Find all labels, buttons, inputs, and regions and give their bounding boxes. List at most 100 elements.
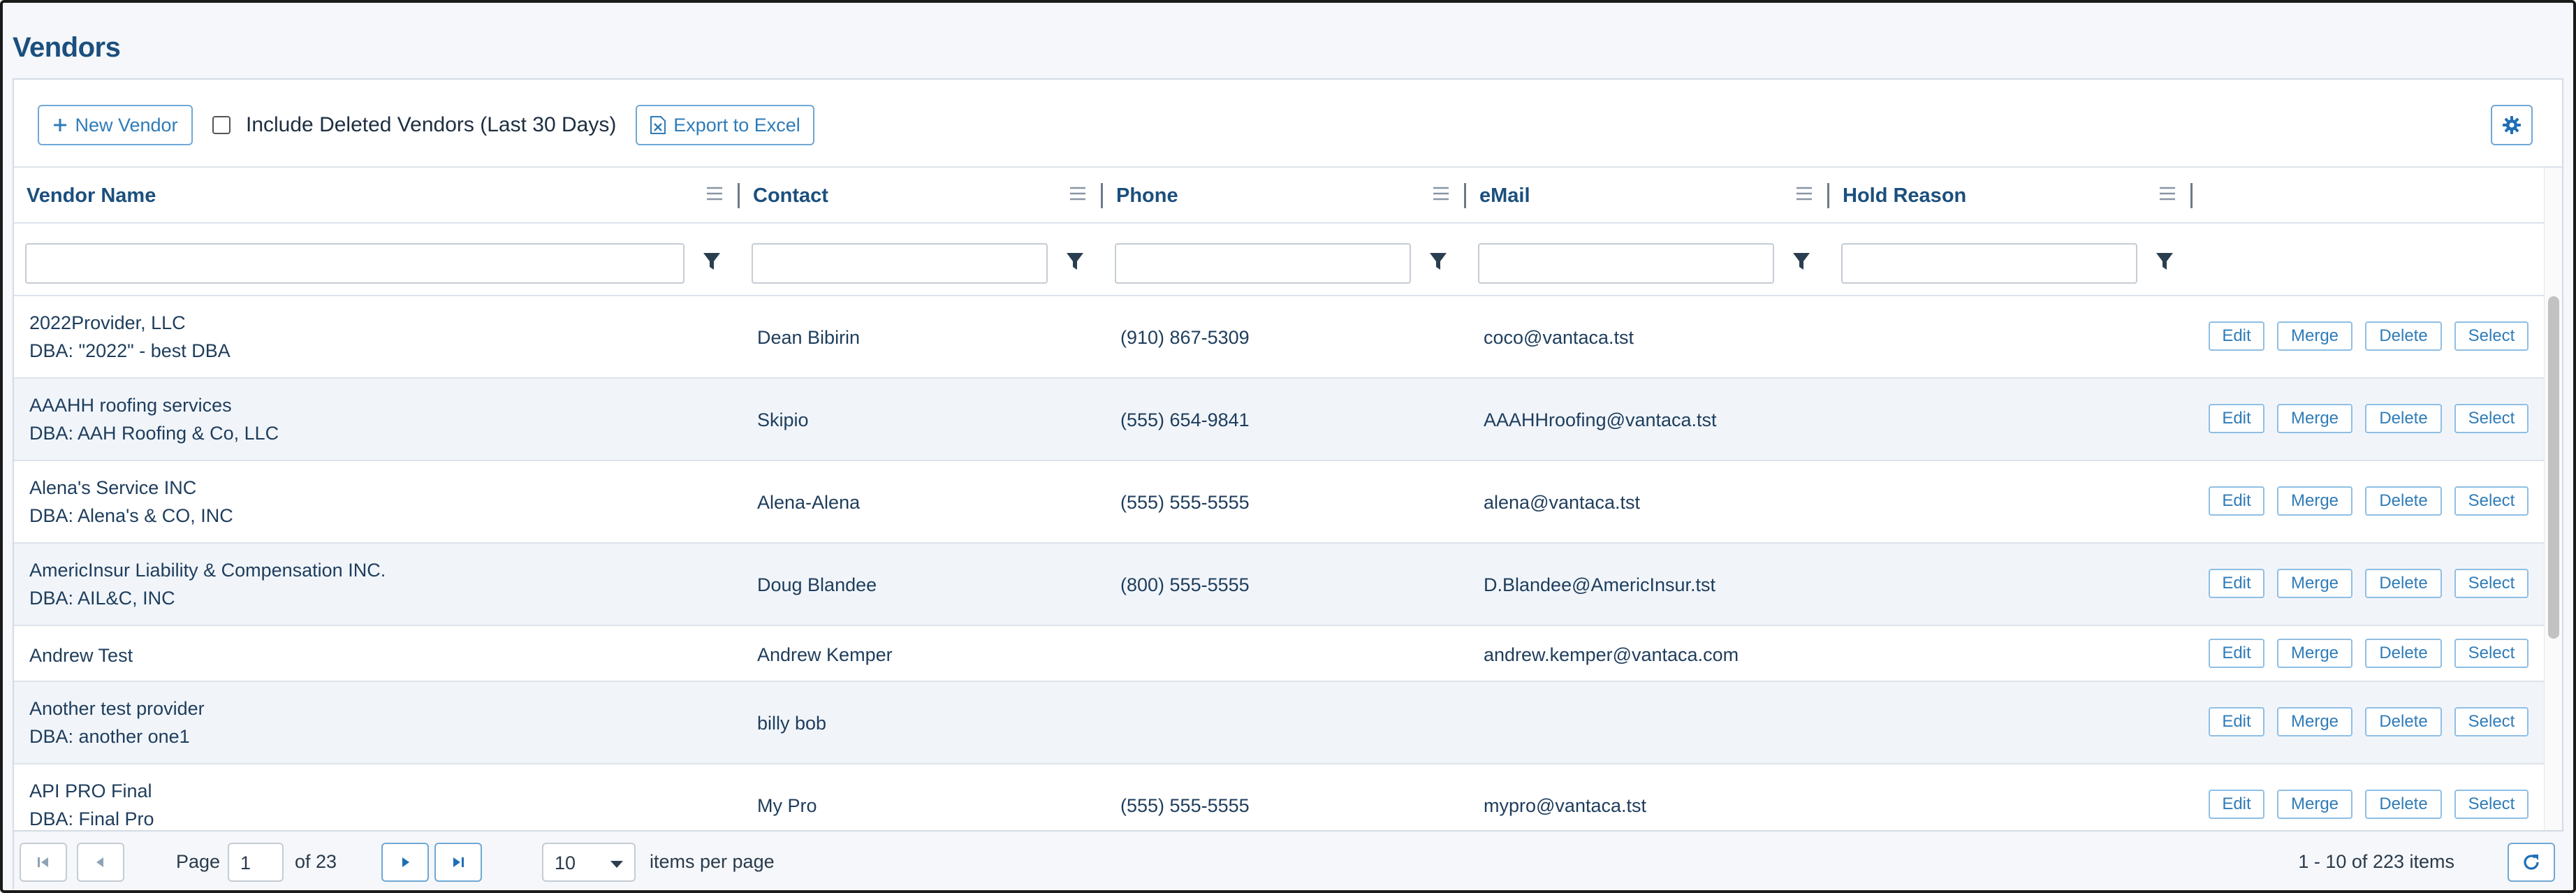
column-header-vendor-name[interactable]: Vendor Name [27, 168, 156, 224]
delete-button[interactable]: Delete [2365, 486, 2442, 516]
column-resize-handle[interactable] [1101, 183, 1103, 208]
delete-button[interactable]: Delete [2365, 404, 2442, 433]
chevron-left-icon [96, 857, 103, 867]
contact-cell: Alena-Alena [757, 492, 861, 513]
include-deleted-label: Include Deleted Vendors (Last 30 Days) [246, 113, 617, 136]
merge-button[interactable]: Merge [2277, 707, 2352, 736]
edit-button[interactable]: Edit [2209, 707, 2264, 736]
column-header-contact[interactable]: Contact [753, 168, 828, 224]
table-row[interactable]: Andrew Test Andrew Kemper andrew.kemper@… [14, 626, 2556, 682]
column-menu-icon[interactable] [2158, 186, 2176, 201]
settings-button[interactable] [2491, 105, 2533, 145]
grid-header: Vendor Name Contact Phone eMail Hold Rea… [14, 168, 2556, 224]
column-menu-icon[interactable] [1069, 186, 1087, 201]
phone-cell: (910) 867-5309 [1120, 327, 1250, 348]
include-deleted-toggle[interactable]: Include Deleted Vendors (Last 30 Days) [212, 113, 616, 137]
merge-button[interactable]: Merge [2277, 486, 2352, 516]
edit-button[interactable]: Edit [2209, 639, 2264, 668]
items-per-page-select[interactable]: 10 [542, 843, 636, 882]
column-resize-handle[interactable] [2190, 183, 2193, 208]
edit-button[interactable]: Edit [2209, 486, 2264, 516]
delete-button[interactable]: Delete [2365, 707, 2442, 736]
merge-button[interactable]: Merge [2277, 569, 2352, 598]
select-button[interactable]: Select [2454, 321, 2529, 351]
first-page-button[interactable] [20, 843, 67, 882]
filter-icon[interactable] [701, 250, 722, 273]
select-button[interactable]: Select [2454, 639, 2529, 668]
edit-button[interactable]: Edit [2209, 404, 2264, 433]
refresh-button[interactable] [2508, 843, 2555, 882]
vendor-dba: DBA: "2022" - best DBA [29, 340, 230, 361]
pager: Page 1 of 23 10 items per page 1 - 10 of… [14, 830, 2563, 890]
select-button[interactable]: Select [2454, 569, 2529, 598]
delete-button[interactable]: Delete [2365, 639, 2442, 668]
export-label: Export to Excel [673, 114, 800, 136]
select-button[interactable]: Select [2454, 790, 2529, 819]
column-resize-handle[interactable] [1464, 183, 1466, 208]
column-resize-handle[interactable] [1827, 183, 1829, 208]
page-title: Vendors [13, 32, 121, 63]
hold-reason-filter-input[interactable] [1841, 243, 2137, 284]
contact-cell: My Pro [757, 795, 817, 816]
phone-cell: (555) 555-5555 [1120, 795, 1250, 816]
table-row[interactable]: Alena's Service INC DBA: Alena's & CO, I… [14, 461, 2556, 544]
merge-button[interactable]: Merge [2277, 790, 2352, 819]
item-range-label: 1 - 10 of 223 items [2298, 851, 2454, 872]
scrollbar-thumb[interactable] [2548, 296, 2559, 639]
select-button[interactable]: Select [2454, 486, 2529, 516]
vendor-name: Another test provider [29, 698, 205, 719]
filter-icon[interactable] [1791, 250, 1812, 273]
page-count-label: of 23 [295, 851, 337, 872]
previous-page-button[interactable] [77, 843, 124, 882]
merge-button[interactable]: Merge [2277, 404, 2352, 433]
vendor-name-filter-input[interactable] [25, 243, 685, 284]
contact-cell: Skipio [757, 409, 809, 430]
vendor-name: AmericInsur Liability & Compensation INC… [29, 560, 386, 581]
page-number-input[interactable]: 1 [228, 843, 284, 882]
vendor-dba: DBA: AAH Roofing & Co, LLC [29, 423, 279, 444]
email-filter-input[interactable] [1478, 243, 1774, 284]
phone-cell: (555) 654-9841 [1120, 409, 1250, 430]
contact-filter-input[interactable] [752, 243, 1048, 284]
page-label: Page [176, 851, 221, 872]
delete-button[interactable]: Delete [2365, 790, 2442, 819]
table-row[interactable]: Another test provider DBA: another one1 … [14, 682, 2556, 764]
column-menu-icon[interactable] [1432, 186, 1450, 201]
vendor-dba: DBA: Final Pro [29, 808, 154, 829]
email-cell: mypro@vantaca.tst [1484, 795, 1646, 816]
edit-button[interactable]: Edit [2209, 569, 2264, 598]
export-excel-button[interactable]: Export to Excel [636, 105, 814, 145]
items-per-page-value: 10 [555, 852, 576, 873]
select-button[interactable]: Select [2454, 707, 2529, 736]
table-row[interactable]: AmericInsur Liability & Compensation INC… [14, 544, 2556, 626]
delete-button[interactable]: Delete [2365, 569, 2442, 598]
phone-cell: (555) 555-5555 [1120, 492, 1250, 513]
vendor-name: Alena's Service INC [29, 477, 197, 498]
next-page-button[interactable] [381, 843, 429, 882]
excel-icon [650, 116, 666, 134]
column-header-phone[interactable]: Phone [1116, 168, 1178, 224]
table-row[interactable]: 2022Provider, LLC DBA: "2022" - best DBA… [14, 296, 2556, 379]
select-button[interactable]: Select [2454, 404, 2529, 433]
table-row[interactable]: AAAHH roofing services DBA: AAH Roofing … [14, 379, 2556, 461]
edit-button[interactable]: Edit [2209, 790, 2264, 819]
merge-button[interactable]: Merge [2277, 639, 2352, 668]
filter-icon[interactable] [1064, 250, 1085, 273]
app-frame: Vendors New Vendor Include Deleted Vendo… [0, 0, 2576, 893]
column-menu-icon[interactable] [705, 186, 724, 201]
edit-button[interactable]: Edit [2209, 321, 2264, 351]
include-deleted-checkbox[interactable] [212, 116, 230, 134]
delete-button[interactable]: Delete [2365, 321, 2442, 351]
new-vendor-button[interactable]: New Vendor [38, 105, 193, 145]
column-header-hold-reason[interactable]: Hold Reason [1843, 168, 1966, 224]
column-resize-handle[interactable] [738, 183, 740, 208]
last-page-icon [453, 857, 464, 867]
last-page-button[interactable] [434, 843, 482, 882]
column-header-email[interactable]: eMail [1479, 168, 1530, 224]
merge-button[interactable]: Merge [2277, 321, 2352, 351]
phone-filter-input[interactable] [1115, 243, 1411, 284]
filter-icon[interactable] [2154, 250, 2175, 273]
column-menu-icon[interactable] [1795, 186, 1813, 201]
vendor-name: Andrew Test [29, 645, 133, 666]
filter-icon[interactable] [1428, 250, 1449, 273]
